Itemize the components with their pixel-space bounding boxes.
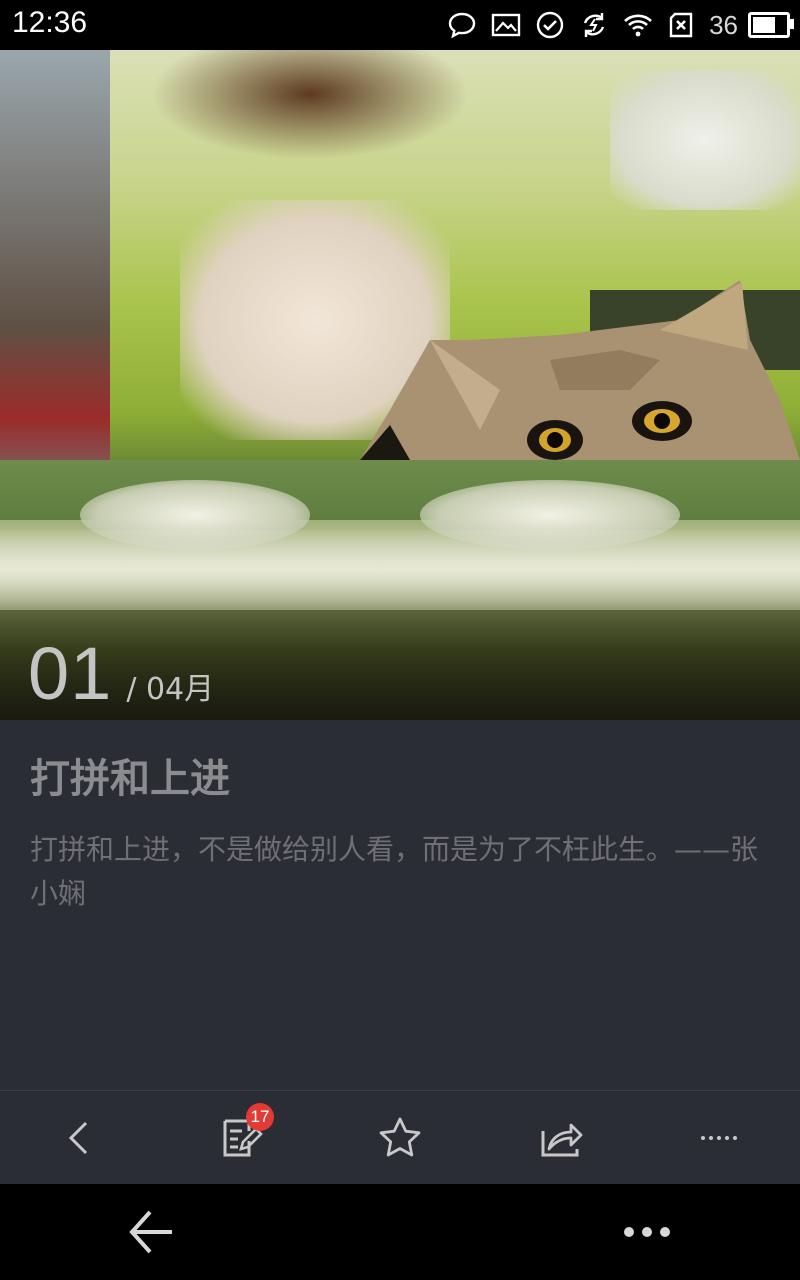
hero-image: 01 / 04月 xyxy=(0,50,800,720)
favorite-button[interactable] xyxy=(360,1091,440,1185)
chat-bubble-icon xyxy=(445,8,479,42)
wifi-icon xyxy=(621,8,655,42)
article-body: 打拼和上进，不是做给别人看，而是为了不枉此生。——张小娴 xyxy=(30,833,759,910)
more-dots-icon[interactable] xyxy=(610,1202,680,1262)
more-button[interactable] xyxy=(680,1091,760,1185)
sim-disabled-icon xyxy=(665,8,699,42)
cat-illustration xyxy=(360,280,800,460)
bottom-toolbar: 17 xyxy=(0,1090,800,1185)
date-label: 01 / 04月 xyxy=(28,631,214,716)
battery-icon xyxy=(748,12,794,38)
image-icon xyxy=(489,8,523,42)
date-day: 01 xyxy=(28,632,113,715)
battery-level: 36 xyxy=(709,9,738,40)
share-button[interactable] xyxy=(520,1091,600,1185)
chevron-left-icon xyxy=(68,1121,88,1155)
article-card: 打拼和上进 打拼和上进，不是做给别人看，而是为了不枉此生。——张小娴 xyxy=(0,720,800,1090)
star-icon xyxy=(379,1117,421,1157)
more-dots-icon xyxy=(701,1136,737,1140)
system-nav-bar xyxy=(0,1184,800,1280)
status-bar: 12:36 36 xyxy=(0,0,800,50)
back-button[interactable] xyxy=(40,1091,120,1185)
status-time: 12:36 xyxy=(12,6,88,39)
notes-button[interactable]: 17 xyxy=(200,1091,280,1185)
date-month: / 04月 xyxy=(126,672,215,707)
article-title: 打拼和上进 xyxy=(30,756,230,802)
notes-badge: 17 xyxy=(246,1103,274,1131)
sync-icon xyxy=(577,8,611,42)
share-icon xyxy=(541,1123,583,1157)
back-arrow-icon[interactable] xyxy=(120,1202,180,1262)
check-circle-icon xyxy=(533,8,567,42)
status-icons: 36 xyxy=(445,6,794,44)
